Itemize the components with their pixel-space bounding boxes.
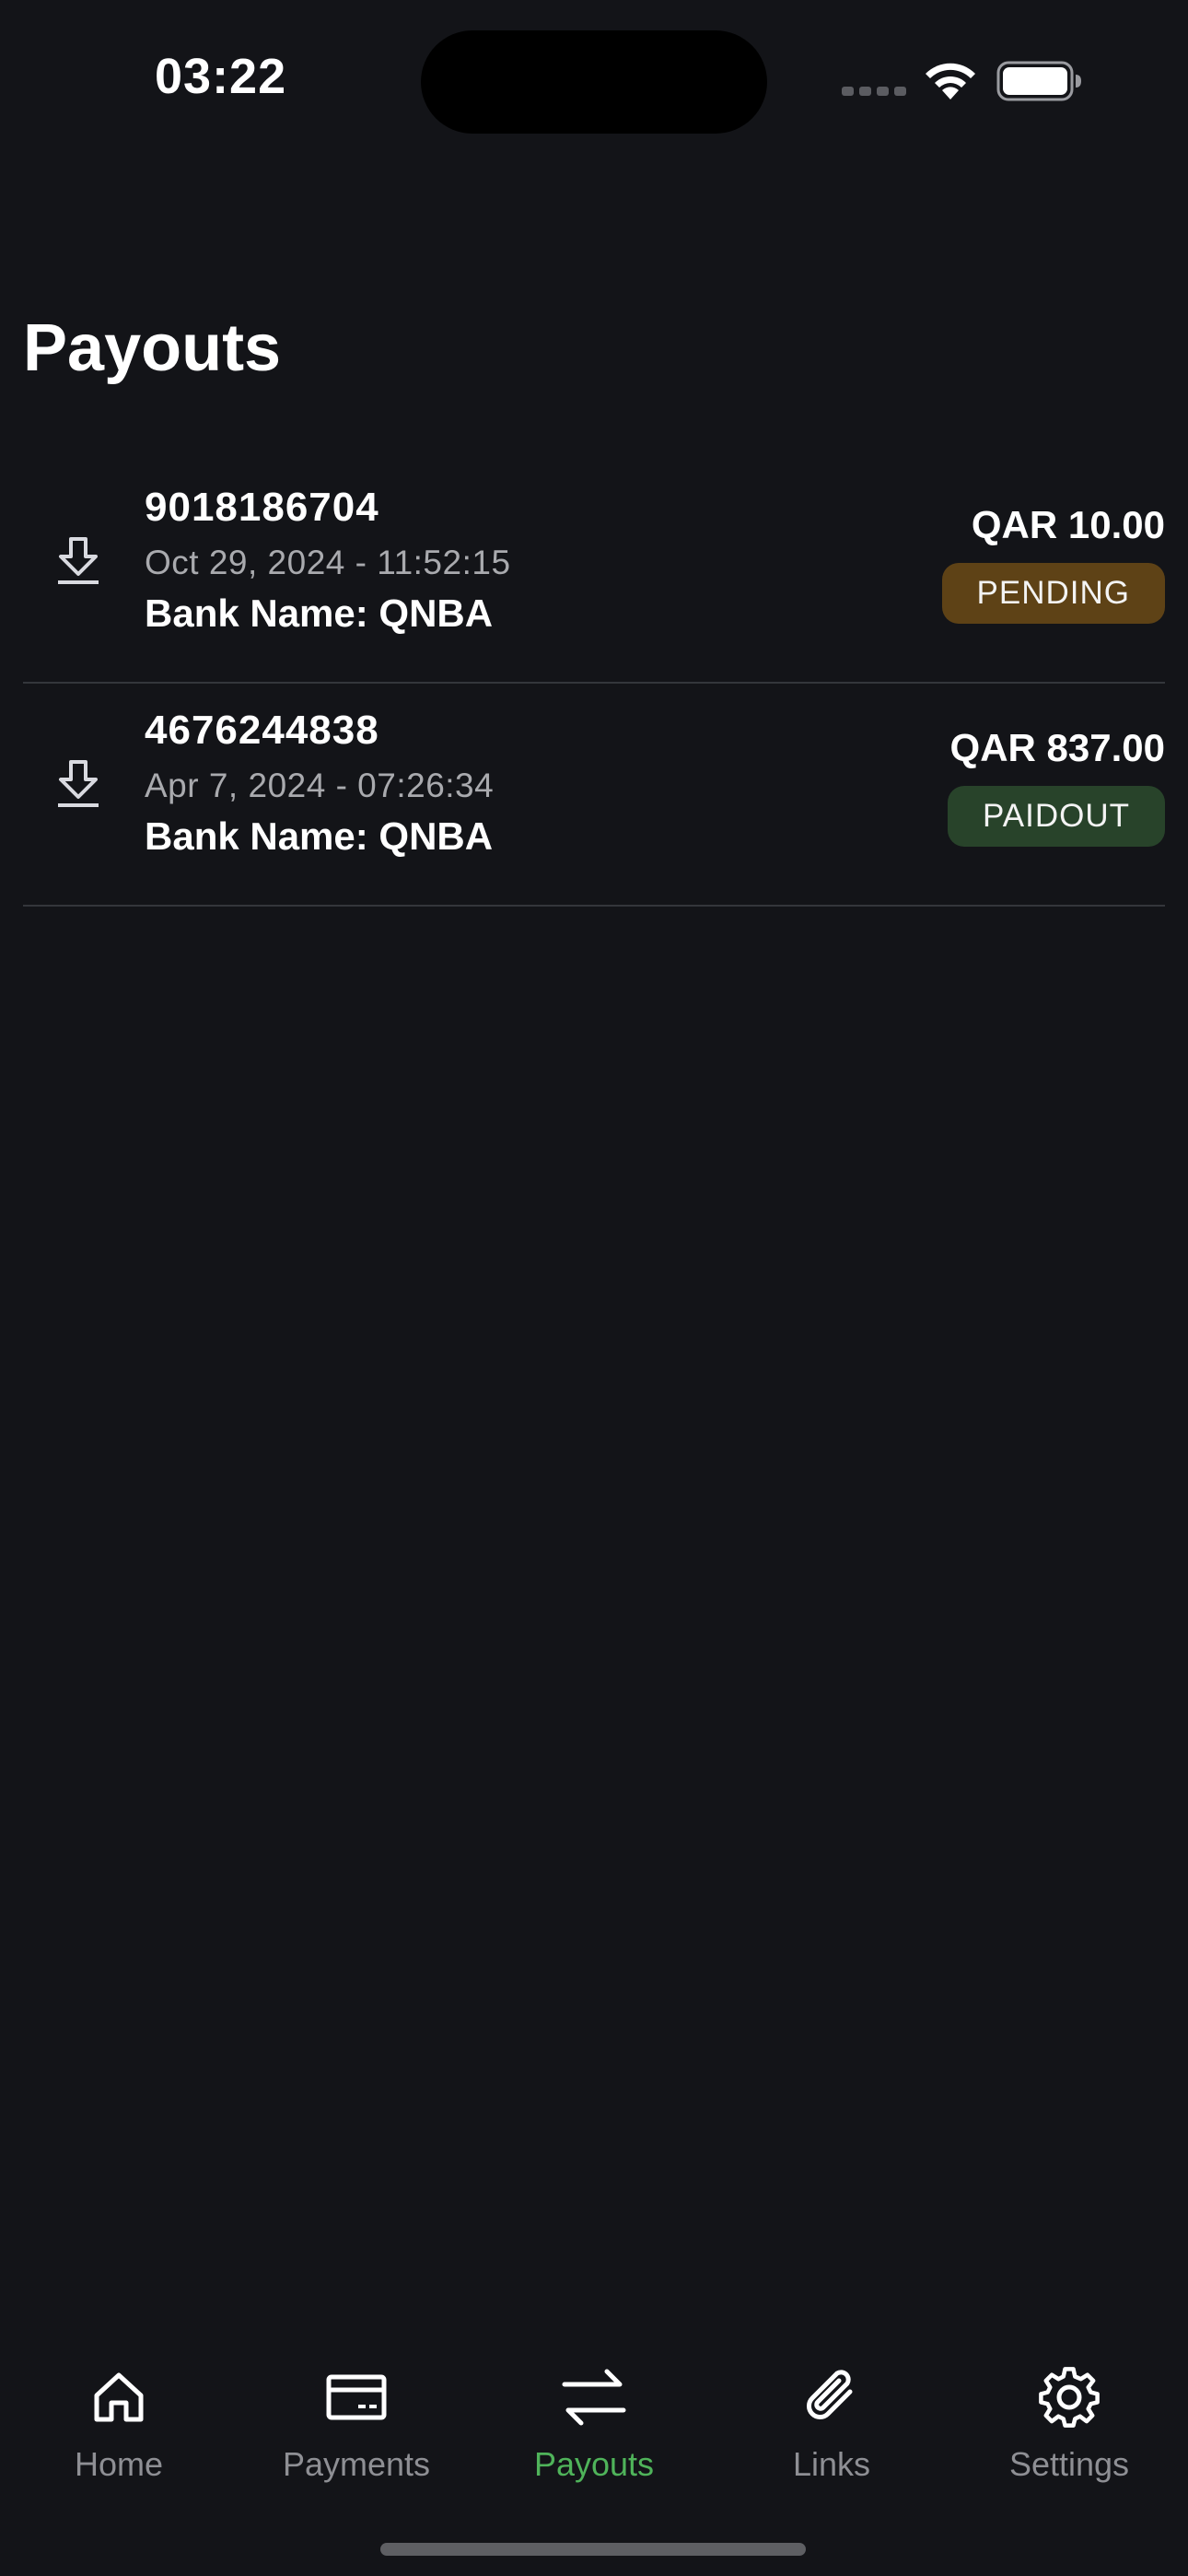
dynamic-island — [421, 30, 767, 134]
status-badge: PENDING — [941, 563, 1165, 624]
payout-id: 4676244838 — [145, 708, 379, 753]
status-bar: 03:22 — [0, 0, 1188, 157]
payout-amount: QAR 10.00 — [971, 503, 1165, 546]
tab-label: Home — [74, 2445, 164, 2483]
payout-date: Apr 7, 2024 - 07:26:34 — [145, 767, 495, 804]
home-indicator[interactable] — [380, 2543, 806, 2556]
status-time: 03:22 — [155, 49, 287, 104]
payout-bank: Bank Name: QNBA — [145, 591, 494, 635]
cellular-signal-icon — [842, 87, 906, 96]
payout-date: Oct 29, 2024 - 11:52:15 — [145, 544, 511, 581]
tab-label: Settings — [1008, 2445, 1130, 2483]
tab-label: Links — [792, 2445, 871, 2483]
card-icon — [326, 2374, 387, 2420]
transfer-arrows-icon — [562, 2369, 626, 2426]
page-title: Payouts — [23, 311, 282, 385]
tab-label: Payments — [282, 2445, 431, 2483]
download-icon — [58, 537, 99, 584]
status-badge: PAIDOUT — [948, 786, 1165, 847]
payout-id: 9018186704 — [145, 485, 379, 530]
download-icon — [58, 760, 99, 807]
tab-label: Payouts — [533, 2445, 655, 2483]
tab-payouts[interactable]: Payouts — [475, 2340, 713, 2488]
tab-home[interactable]: Home — [0, 2340, 238, 2488]
payout-row[interactable]: 4676244838 Apr 7, 2024 - 07:26:34 Bank N… — [23, 684, 1165, 907]
tab-bar: Home Payments Payouts Links Settings — [0, 2340, 1188, 2488]
tab-payments[interactable]: Payments — [238, 2340, 475, 2488]
home-icon — [94, 2372, 144, 2422]
wifi-icon — [926, 63, 975, 100]
battery-full-icon — [996, 61, 1081, 101]
payout-amount: QAR 837.00 — [949, 726, 1165, 769]
paperclip-icon — [807, 2370, 853, 2419]
tab-links[interactable]: Links — [713, 2340, 950, 2488]
payout-bank: Bank Name: QNBA — [145, 814, 494, 858]
tab-settings[interactable]: Settings — [950, 2340, 1188, 2488]
payout-list: 9018186704 Oct 29, 2024 - 11:52:15 Bank … — [23, 461, 1165, 907]
gear-icon — [1039, 2367, 1100, 2428]
payout-row[interactable]: 9018186704 Oct 29, 2024 - 11:52:15 Bank … — [23, 461, 1165, 684]
